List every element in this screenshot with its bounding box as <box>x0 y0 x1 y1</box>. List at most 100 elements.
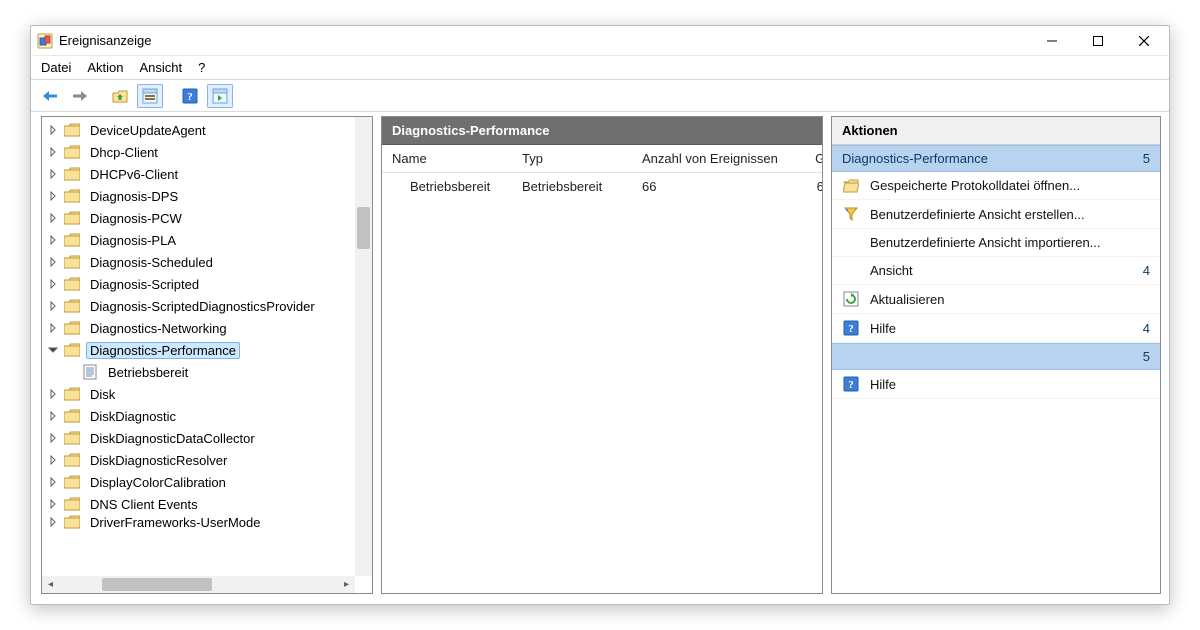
tree-leaf-spacer <box>64 365 78 379</box>
tree-item[interactable]: DNS Client Events <box>42 493 372 515</box>
tree-scroll: DeviceUpdateAgentDhcp-ClientDHCPv6-Clien… <box>42 117 372 593</box>
menu-help[interactable]: ? <box>198 60 205 75</box>
action-label: Ansicht <box>870 263 1133 278</box>
chevron-right-icon[interactable] <box>46 145 60 159</box>
chevron-right-icon[interactable] <box>46 123 60 137</box>
action-item[interactable]: ?Hilfe <box>832 370 1160 399</box>
tree-item-label: Diagnosis-PCW <box>86 210 186 227</box>
tree-item[interactable]: Disk <box>42 383 372 405</box>
tree-item-label: DNS Client Events <box>86 496 202 513</box>
chevron-right-icon[interactable] <box>46 387 60 401</box>
tree-item[interactable]: DeviceUpdateAgent <box>42 119 372 141</box>
tree-item[interactable]: Diagnosis-DPS <box>42 185 372 207</box>
action-item[interactable]: Benutzerdefinierte Ansicht erstellen... <box>832 200 1160 229</box>
details-pane-title: Diagnostics-Performance <box>382 117 822 145</box>
tree-item[interactable]: Diagnosis-ScriptedDiagnosticsProvider <box>42 295 372 317</box>
chevron-right-icon[interactable] <box>46 277 60 291</box>
table-row[interactable]: BetriebsbereitBetriebsbereit6668 KB <box>382 173 822 200</box>
menubar: Datei Aktion Ansicht ? <box>31 56 1169 80</box>
menu-view[interactable]: Ansicht <box>140 60 183 75</box>
column-header-size[interactable]: Größe <box>802 151 823 166</box>
folder-open-icon <box>842 179 860 193</box>
svg-text:?: ? <box>848 323 854 335</box>
tree-item[interactable]: DisplayColorCalibration <box>42 471 372 493</box>
actions-group-sub: 5 <box>1143 349 1150 364</box>
chevron-right-icon[interactable] <box>46 409 60 423</box>
cell-name: Betriebsbereit <box>392 179 522 194</box>
folder-icon <box>64 497 80 511</box>
scrollbar-thumb[interactable] <box>357 207 370 249</box>
action-item[interactable]: Benutzerdefinierte Ansicht importieren..… <box>832 229 1160 257</box>
minimize-button[interactable] <box>1029 26 1075 56</box>
tree-horizontal-scrollbar[interactable]: ◂ ▸ <box>42 576 355 593</box>
tree-vertical-scrollbar[interactable] <box>355 117 372 576</box>
chevron-right-icon[interactable] <box>46 299 60 313</box>
scroll-right-icon[interactable]: ▸ <box>338 576 355 593</box>
folder-icon <box>64 277 80 291</box>
tree-item[interactable]: Betriebsbereit <box>42 361 372 383</box>
column-header-count[interactable]: Anzahl von Ereignissen <box>642 151 802 166</box>
folder-icon <box>64 299 80 313</box>
action-item[interactable]: Aktualisieren <box>832 285 1160 314</box>
action-item[interactable]: Ansicht 4 <box>832 257 1160 285</box>
toolbar-up-button[interactable] <box>107 84 133 108</box>
close-button[interactable] <box>1121 26 1167 56</box>
tree-item-label: DisplayColorCalibration <box>86 474 230 491</box>
chevron-down-icon[interactable] <box>46 343 60 357</box>
chevron-right-icon[interactable] <box>46 167 60 181</box>
folder-icon <box>64 453 80 467</box>
action-item[interactable]: ?Hilfe4 <box>832 314 1160 343</box>
tree-item[interactable]: Diagnosis-Scripted <box>42 273 372 295</box>
tree-item[interactable]: DriverFrameworks-UserMode <box>42 515 372 529</box>
action-label: Benutzerdefinierte Ansicht erstellen... <box>870 207 1150 222</box>
tree-item[interactable]: Dhcp-Client <box>42 141 372 163</box>
tree-item-label: DriverFrameworks-UserMode <box>86 515 264 529</box>
toolbar-properties-button[interactable] <box>137 84 163 108</box>
menu-action[interactable]: Aktion <box>87 60 123 75</box>
tree-item[interactable]: Diagnostics-Networking <box>42 317 372 339</box>
actions-pane: Aktionen Diagnostics-Performance 5 Gespe… <box>831 116 1161 594</box>
toolbar: ? <box>31 80 1169 112</box>
chevron-right-icon[interactable] <box>46 211 60 225</box>
toolbar-show-action-pane-button[interactable] <box>207 84 233 108</box>
tree-item[interactable]: DiskDiagnostic <box>42 405 372 427</box>
tree-item[interactable]: DiskDiagnosticDataCollector <box>42 427 372 449</box>
chevron-right-icon[interactable] <box>46 497 60 511</box>
chevron-right-icon[interactable] <box>46 515 60 529</box>
chevron-right-icon[interactable] <box>46 233 60 247</box>
chevron-right-icon[interactable] <box>46 189 60 203</box>
refresh-icon <box>842 291 860 307</box>
tree-pane: DeviceUpdateAgentDhcp-ClientDHCPv6-Clien… <box>41 116 373 594</box>
action-label: Gespeicherte Protokolldatei öffnen... <box>870 178 1150 193</box>
details-list-body: BetriebsbereitBetriebsbereit6668 KB <box>382 173 822 200</box>
chevron-right-icon[interactable] <box>46 453 60 467</box>
svg-text:?: ? <box>848 379 854 391</box>
tree-item[interactable]: Diagnostics-Performance <box>42 339 372 361</box>
folder-icon <box>64 211 80 225</box>
folder-icon <box>64 167 80 181</box>
tree-item[interactable]: DHCPv6-Client <box>42 163 372 185</box>
chevron-right-icon[interactable] <box>46 255 60 269</box>
menu-file[interactable]: Datei <box>41 60 71 75</box>
folder-icon <box>64 321 80 335</box>
column-header-type[interactable]: Typ <box>522 151 642 166</box>
scroll-left-icon[interactable]: ◂ <box>42 576 59 593</box>
toolbar-back-button[interactable] <box>37 84 63 108</box>
tree-item[interactable]: Diagnosis-PLA <box>42 229 372 251</box>
maximize-button[interactable] <box>1075 26 1121 56</box>
chevron-right-icon[interactable] <box>46 431 60 445</box>
help-icon: ? <box>842 320 860 336</box>
chevron-right-icon[interactable] <box>46 475 60 489</box>
chevron-right-icon[interactable] <box>46 321 60 335</box>
action-item[interactable]: Gespeicherte Protokolldatei öffnen... <box>832 172 1160 200</box>
tree-item[interactable]: DiskDiagnosticResolver <box>42 449 372 471</box>
main-split: DeviceUpdateAgentDhcp-ClientDHCPv6-Clien… <box>31 112 1169 604</box>
scrollbar-thumb[interactable] <box>102 578 212 591</box>
toolbar-forward-button[interactable] <box>67 84 93 108</box>
actions-group-sub: 5 <box>1143 151 1150 166</box>
toolbar-help-button[interactable]: ? <box>177 84 203 108</box>
column-header-name[interactable]: Name <box>392 151 522 166</box>
tree-item[interactable]: Diagnosis-PCW <box>42 207 372 229</box>
action-submenu-indicator: 4 <box>1143 263 1150 278</box>
tree-item[interactable]: Diagnosis-Scheduled <box>42 251 372 273</box>
